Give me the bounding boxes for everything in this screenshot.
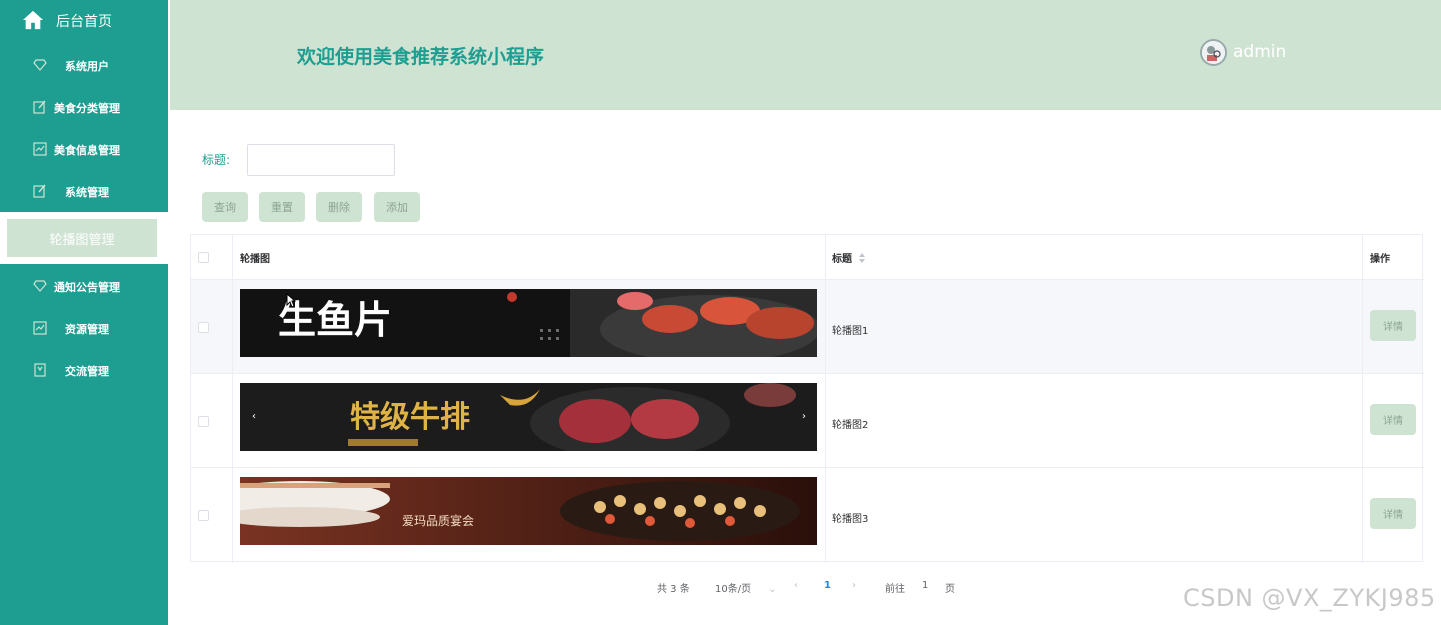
current-page[interactable]: 1 <box>824 580 831 591</box>
row-title: 轮播图2 <box>832 420 869 431</box>
sidebar-item-food-info[interactable]: 美食信息管理 <box>0 128 168 170</box>
goto-page-input[interactable]: 1 <box>922 580 928 591</box>
row-divider <box>191 279 1424 280</box>
page-title: 欢迎使用美食推荐系统小程序 <box>297 46 545 68</box>
column-header-title-label: 标题 <box>832 254 852 265</box>
sidebar-item-exchange[interactable]: 交流管理 <box>0 349 168 391</box>
next-page-button[interactable]: › <box>852 580 856 591</box>
page-suffix: 页 <box>945 584 955 595</box>
column-divider <box>232 235 233 563</box>
row-divider <box>191 467 1424 468</box>
svg-text:‹: ‹ <box>252 411 256 422</box>
sidebar-item-notice[interactable]: 通知公告管理 <box>0 265 168 307</box>
sashimi-banner-graphic: 生鱼片 <box>240 289 817 357</box>
banner-image: ‹ › 特级牛排 <box>240 383 817 451</box>
sidebar-item-users[interactable]: 系统用户 <box>0 44 168 86</box>
row-checkbox[interactable] <box>198 510 209 521</box>
column-divider <box>825 235 826 563</box>
add-button[interactable]: 添加 <box>374 192 420 222</box>
sidebar-active-wrap: 轮播图管理 <box>0 212 168 264</box>
banner-image: 生鱼片 <box>240 289 817 357</box>
chart-icon <box>33 321 47 335</box>
sidebar-item-label: 美食信息管理 <box>54 144 120 157</box>
sidebar-item-label: 通知公告管理 <box>54 281 120 294</box>
detail-button[interactable]: 详情 <box>1370 404 1416 435</box>
prev-page-button[interactable]: ‹ <box>794 580 798 591</box>
page-size-select[interactable]: 10条/页 ⌄ <box>715 580 777 595</box>
row-title: 轮播图1 <box>832 326 869 337</box>
sidebar-home-label: 后台首页 <box>56 14 112 30</box>
banner-2-text: 特级牛排 <box>350 400 470 435</box>
row-checkbox[interactable] <box>198 416 209 427</box>
watermark: CSDN @VX_ZYKJ985 <box>1183 584 1436 612</box>
sidebar-item-label: 美食分类管理 <box>54 102 120 115</box>
row-checkbox[interactable] <box>198 322 209 333</box>
sidebar-item-carousel[interactable]: 轮播图管理 <box>7 219 157 257</box>
title-filter-label: 标题: <box>202 153 231 167</box>
row-title: 轮播图3 <box>832 514 869 525</box>
edit-icon <box>33 100 46 114</box>
reset-button[interactable]: 重置 <box>259 192 305 222</box>
sidebar-item-label: 系统用户 <box>65 60 109 73</box>
diamond-icon <box>33 280 47 292</box>
goto-label: 前往 <box>885 584 905 595</box>
column-divider <box>1362 235 1363 563</box>
page-size-value: 10条/页 <box>715 584 752 595</box>
sidebar-item-food-category[interactable]: 美食分类管理 <box>0 86 168 128</box>
diamond-icon <box>33 59 47 71</box>
search-button[interactable]: 查询 <box>202 192 248 222</box>
column-header-banner: 轮播图 <box>240 254 270 265</box>
chevron-down-icon: ⌄ <box>768 584 777 595</box>
sidebar: 后台首页 系统用户 美食分类管理 美食信息管理 系统管理 轮播图管理 通知公告管… <box>0 0 168 625</box>
chart-icon <box>33 142 47 156</box>
bookmark-icon <box>34 363 46 377</box>
sidebar-item-resources[interactable]: 资源管理 <box>0 307 168 349</box>
username[interactable]: admin <box>1233 42 1286 62</box>
banner-image: 爱玛品质宴会 <box>240 477 817 545</box>
top-header: 欢迎使用美食推荐系统小程序 admin <box>170 0 1441 110</box>
mouse-cursor-icon <box>286 293 296 308</box>
select-all-checkbox[interactable] <box>198 252 209 263</box>
sidebar-home[interactable]: 后台首页 <box>0 0 168 42</box>
column-header-action: 操作 <box>1370 254 1390 265</box>
row-divider <box>191 373 1424 374</box>
delete-button[interactable]: 删除 <box>316 192 362 222</box>
sidebar-item-label: 资源管理 <box>65 323 109 336</box>
sidebar-item-system[interactable]: 系统管理 <box>0 170 168 212</box>
column-header-title[interactable]: 标题 <box>832 235 867 280</box>
sidebar-item-label: 交流管理 <box>65 365 109 378</box>
home-icon <box>22 10 44 30</box>
svg-text:›: › <box>802 411 806 422</box>
sushi-banner-graphic: 爱玛品质宴会 <box>240 477 817 545</box>
avatar[interactable] <box>1200 39 1227 66</box>
avatar-icon <box>1202 41 1225 64</box>
detail-button[interactable]: 详情 <box>1370 310 1416 341</box>
pagination-total: 共 3 条 <box>657 584 690 595</box>
sidebar-item-label: 系统管理 <box>65 186 109 199</box>
steak-banner-graphic: ‹ › 特级牛排 <box>240 383 817 451</box>
title-filter-input[interactable] <box>247 144 395 176</box>
sort-icon[interactable] <box>857 252 867 264</box>
edit-icon <box>33 184 46 198</box>
detail-button[interactable]: 详情 <box>1370 498 1416 529</box>
carousel-table: 轮播图 标题 操作 生鱼片 轮播图1 详情 ‹ › 特级牛排 轮播图2 详情 爱… <box>190 234 1424 563</box>
banner-3-text: 爱玛品质宴会 <box>402 513 474 528</box>
